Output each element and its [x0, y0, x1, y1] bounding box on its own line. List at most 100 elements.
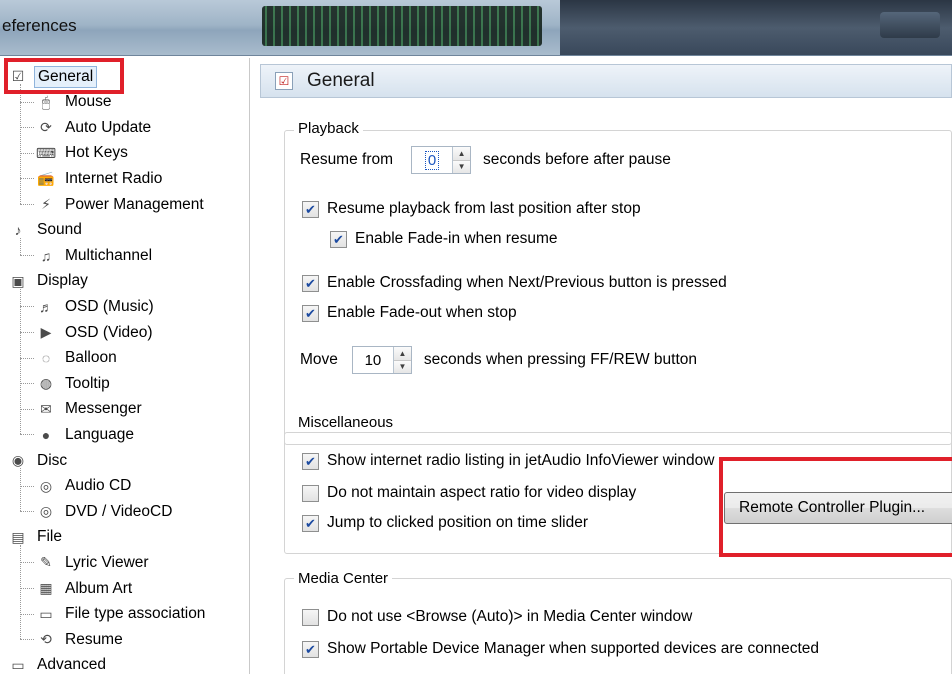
tree-item-language[interactable]: ● Language: [36, 422, 137, 447]
tree-item-file[interactable]: ▤ File: [8, 525, 65, 550]
tooltip-icon: ◍: [39, 375, 53, 392]
tree-item-dvd-videocd[interactable]: ◎ DVD / VideoCD: [36, 499, 175, 524]
resume-from-row: Resume from 0 ▲ ▼ seconds before after pa…: [300, 146, 671, 174]
audio-cd-icon: ◎: [39, 477, 53, 494]
tree-item-auto-update[interactable]: ⟳ Auto Update: [36, 115, 154, 140]
tree-item-label: Messenger: [65, 400, 142, 418]
multichannel-icon: ♫: [40, 247, 52, 264]
auto-update-icon: ⟳: [40, 119, 52, 136]
tree-connector: [20, 332, 34, 333]
move-stepper[interactable]: 10 ▲ ▼: [351, 346, 412, 374]
show-portable-checkbox[interactable]: ✔ Show Portable Device Manager when supp…: [302, 640, 819, 658]
general-icon: ☑: [275, 72, 293, 90]
no-browse-auto-checkbox[interactable]: ✔ Do not use <Browse (Auto)> in Media Ce…: [302, 608, 692, 626]
display-icon: ▣: [11, 272, 25, 289]
tree-connector: [20, 204, 34, 205]
tree-item-label: OSD (Video): [65, 323, 153, 341]
tree-connector: [20, 588, 34, 589]
power-icon: ⚡: [41, 196, 51, 212]
settings-panel: ☑ General Playback Resume from 0 ▲ ▼ seco…: [256, 58, 952, 674]
language-icon: ●: [41, 426, 51, 443]
fade-out-stop-checkbox[interactable]: ✔ Enable Fade-out when stop: [302, 304, 517, 322]
advanced-icon: ▭: [11, 656, 25, 673]
titlebar-button-area: [880, 12, 940, 38]
spin-up-icon[interactable]: ▲: [453, 147, 471, 160]
osd-video-icon: ▶: [40, 324, 52, 340]
tree-item-label: Language: [65, 425, 134, 443]
disc-icon: ◉: [11, 452, 25, 468]
resume-from-stepper[interactable]: 0 ▲ ▼: [411, 146, 472, 174]
tree-item-multichannel[interactable]: ♫ Multichannel: [36, 243, 155, 268]
dvd-icon: ◎: [39, 503, 53, 520]
album-art-icon: ▦: [39, 580, 53, 596]
no-aspect-ratio-checkbox[interactable]: ✔ Do not maintain aspect ratio for video…: [302, 484, 636, 502]
tree-item-label: Disc: [37, 451, 68, 469]
fade-in-resume-checkbox[interactable]: ✔ Enable Fade-in when resume: [330, 230, 557, 248]
tree-connector: [20, 237, 21, 256]
tree-item-lyric-viewer[interactable]: ✎ Lyric Viewer: [36, 550, 152, 575]
media-center-group-label: Media Center: [294, 570, 393, 587]
tree-item-label: Display: [37, 272, 88, 290]
show-radio-listing-checkbox[interactable]: ✔ Show internet radio listing in jetAudi…: [302, 452, 714, 470]
tree-item-disc[interactable]: ◉ Disc: [8, 448, 70, 473]
checkbox-icon[interactable]: ✔: [302, 514, 319, 532]
file-assoc-icon: ▭: [39, 605, 53, 622]
tree-item-audio-cd[interactable]: ◎ Audio CD: [36, 474, 134, 499]
tree-item-label: Balloon: [65, 349, 117, 367]
tree-item-internet-radio[interactable]: 📻 Internet Radio: [36, 166, 165, 191]
resume-from-input[interactable]: 0: [412, 147, 452, 173]
checkbox-icon[interactable]: ✔: [302, 274, 319, 292]
tree-item-hot-keys[interactable]: ⌨ Hot Keys: [36, 141, 131, 166]
checkbox-icon[interactable]: ✔: [302, 640, 319, 658]
checkbox-icon[interactable]: ✔: [302, 304, 319, 322]
checkbox-icon[interactable]: ✔: [302, 452, 319, 470]
tree-item-messenger[interactable]: ✉ Messenger: [36, 397, 145, 422]
resume-from-label: Resume from: [300, 151, 394, 168]
remote-plugin-highlight-box: [719, 457, 952, 557]
tree-item-label: File type association: [65, 605, 206, 623]
tree-item-label: DVD / VideoCD: [65, 502, 173, 520]
resume-last-position-checkbox[interactable]: ✔ Resume playback from last position aft…: [302, 200, 641, 218]
tree-item-label: Auto Update: [65, 118, 152, 136]
tree-item-label: Tooltip: [65, 374, 110, 392]
jump-clicked-checkbox[interactable]: ✔ Jump to clicked position on time slide…: [302, 514, 588, 532]
move-row: Move 10 ▲ ▼ seconds when pressing FF/REW …: [300, 346, 697, 374]
tree-connector: [20, 152, 34, 154]
tree-connector: [20, 544, 21, 640]
tree-item-label: File: [37, 528, 62, 546]
spin-down-icon[interactable]: ▼: [453, 159, 471, 173]
tree-connector: [20, 101, 34, 103]
checkbox-icon[interactable]: ✔: [302, 200, 319, 218]
resume-from-suffix: seconds before after pause: [483, 151, 671, 168]
tree-item-tooltip[interactable]: ◍ Tooltip: [36, 371, 113, 396]
tree-item-file-type-association[interactable]: ▭ File type association: [36, 602, 208, 627]
tree-item-label: Audio CD: [65, 477, 132, 495]
tree-item-label: Hot Keys: [65, 144, 128, 162]
tree-item-advanced[interactable]: ▭ Advanced: [8, 653, 109, 674]
tree-connector: [20, 468, 21, 512]
move-suffix: seconds when pressing FF/REW button: [423, 351, 698, 368]
window-title: eferences: [2, 16, 77, 35]
checkbox-icon[interactable]: ✔: [302, 484, 319, 502]
category-tree: ☑ General 🖱 Mouse ⟳ Auto Update ⌨ Hot Keys 📻 Inte…: [0, 58, 250, 674]
tree-connector: [20, 288, 21, 435]
tree-item-osd-music[interactable]: ♬ OSD (Music): [36, 294, 157, 319]
spectrum-decoration: [262, 6, 542, 46]
spin-down-icon[interactable]: ▼: [393, 359, 411, 373]
tree-connector: [20, 383, 34, 385]
tree-item-balloon[interactable]: ◌ Balloon: [36, 346, 120, 371]
tree-item-power-management[interactable]: ⚡ Power Management: [36, 192, 207, 217]
tree-item-label: OSD (Music): [65, 297, 154, 315]
tree-item-album-art[interactable]: ▦ Album Art: [36, 576, 135, 601]
misc-group-label: Miscellaneous: [294, 414, 398, 431]
tree-item-label: Lyric Viewer: [65, 553, 149, 571]
panel-title: General: [307, 70, 375, 91]
tree-connector: [20, 434, 34, 436]
tree-item-resume[interactable]: ⟲ Resume: [36, 627, 126, 652]
crossfading-checkbox[interactable]: ✔ Enable Crossfading when Next/Previous …: [302, 274, 727, 292]
move-input[interactable]: 10: [353, 347, 393, 373]
checkbox-icon[interactable]: ✔: [302, 608, 319, 626]
tree-item-osd-video[interactable]: ▶ OSD (Video): [36, 320, 156, 345]
spin-up-icon[interactable]: ▲: [393, 347, 411, 360]
checkbox-icon[interactable]: ✔: [330, 230, 347, 248]
